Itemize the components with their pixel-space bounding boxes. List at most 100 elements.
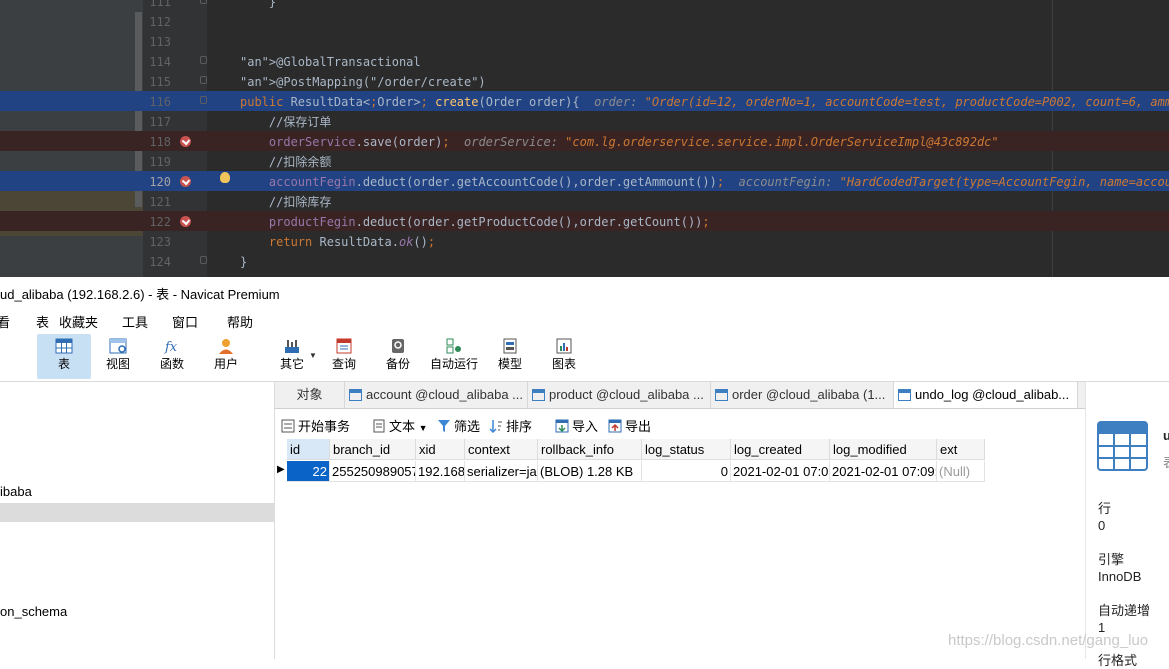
grid-toolbar: 开始事务 文本 ▼ 筛选 排序 导入 导出 [275,410,1085,438]
code-line[interactable]: orderService.save(order); orderService: … [240,132,999,152]
table-cell[interactable]: 255250989057 [330,461,416,482]
fold-marker-icon[interactable] [200,76,207,84]
tab-label: account @cloud_alibaba ... [366,387,524,402]
table-icon [715,389,728,401]
table-cell[interactable]: serializer=ja [465,461,538,482]
tab-label: product @cloud_alibaba ... [549,387,704,402]
breakpoint-icon[interactable] [180,176,191,187]
tab-objects[interactable]: 对象 [275,382,345,408]
toolbar-automation-button[interactable]: 自动运行 [426,334,482,379]
fold-marker-icon[interactable] [200,256,207,264]
window-title: ud_alibaba (192.168.2.6) - 表 - Navicat P… [0,287,280,302]
code-line[interactable]: productFegin.deduct(order.getProductCode… [240,212,710,232]
table-cell[interactable]: 0 [642,461,731,482]
toolbar-query-button[interactable]: 查询 [322,334,366,379]
fold-marker-icon[interactable] [200,56,207,64]
column-header[interactable]: xid [416,439,465,460]
column-header[interactable]: rollback_info [538,439,642,460]
tree-item-selected[interactable] [0,503,274,522]
column-header[interactable]: context [465,439,538,460]
main-toolbar: 表 视图 fx 函数 用户 其它 查询 备份 自动运行 模型 图表 ▼ [0,331,1169,382]
code-line[interactable]: return ResultData.ok(); [240,232,435,252]
menu-favorites[interactable]: 收藏夹 [59,312,98,331]
toolbar-model-button[interactable]: 模型 [488,334,532,379]
column-header[interactable]: id [287,439,330,460]
tree-item-database[interactable]: ibaba [0,484,32,499]
code-line[interactable]: //扣除库存 [240,192,331,212]
toolbar-label: 图表 [551,357,576,371]
fold-marker-icon[interactable] [200,0,207,4]
menu-table[interactable]: 表 [36,312,49,331]
engine-value: InnoDB [1098,569,1142,584]
table-cell[interactable]: (Null) [937,461,985,482]
export-button[interactable]: 导出 [608,416,651,435]
toolbar-label: 函数 [159,357,184,371]
table-cell[interactable]: 2021-02-01 07:09: [830,461,937,482]
object-type: 表 [1163,452,1169,471]
model-icon [503,338,517,354]
column-header[interactable]: log_created [731,439,830,460]
toolbar-label: 备份 [385,357,410,371]
toolbar-label: 自动运行 [429,357,478,371]
automation-icon [446,338,461,354]
toolbar-chart-button[interactable]: 图表 [542,334,586,379]
tab-account[interactable]: account @cloud_alibaba ... [345,382,528,408]
intention-bulb-icon[interactable] [220,172,230,183]
toolbar-view-button[interactable]: 视图 [96,334,140,379]
code-line[interactable]: "an">@GlobalTransactional [240,52,421,72]
table-cell[interactable]: (BLOB) 1.28 KB [538,461,642,482]
menu-tools[interactable]: 工具 [122,312,148,331]
tree-item-database[interactable]: on_schema [0,604,67,619]
table-cell[interactable]: 192.168 [416,461,465,482]
code-line[interactable]: //扣除余额 [240,152,331,172]
begin-transaction-label: 开始事务 [298,419,351,434]
fold-marker-icon[interactable] [200,96,207,104]
engine-label: 引擎 [1098,552,1125,567]
line-number: 117 [149,115,171,129]
tab-product[interactable]: product @cloud_alibaba ... [528,382,711,408]
filter-button[interactable]: 筛选 [437,416,480,435]
tab-order[interactable]: order @cloud_alibaba (1... [711,382,894,408]
code-editor[interactable]: 111 112 113 114 115 116 117 118 119 120 … [0,0,1169,277]
import-label: 导入 [572,419,599,434]
code-line[interactable]: accountFegin.deduct(order.getAccountCode… [240,172,1169,192]
dropdown-arrow-icon[interactable]: ▼ [309,351,317,360]
column-header[interactable]: branch_id [330,439,416,460]
code-line[interactable]: } [240,0,276,12]
filter-label: 筛选 [454,419,481,434]
import-button[interactable]: 导入 [555,416,598,435]
toolbar-table-button[interactable]: 表 [37,334,91,379]
column-header[interactable]: log_modified [830,439,937,460]
document-icon [373,419,385,433]
breakpoint-icon[interactable] [180,136,191,147]
row-pointer-icon: ▶ [277,464,285,475]
toolbar-backup-button[interactable]: 备份 [376,334,420,379]
line-number: 123 [149,235,171,249]
tab-bar: 对象 account @cloud_alibaba ... product @c… [275,382,1085,409]
menu-window[interactable]: 窗口 [172,312,198,331]
menu-bar: 看 表 收藏夹 工具 窗口 帮助 [0,307,1169,331]
export-label: 导出 [625,419,652,434]
table-cell[interactable]: 2021-02-01 07:0 [731,461,830,482]
rows-label: 行 [1098,501,1112,516]
tab-label: order @cloud_alibaba (1... [732,387,886,402]
table-cell[interactable]: 22 [287,461,330,482]
code-line[interactable]: "an">@PostMapping("/order/create") [240,72,486,92]
begin-transaction-button[interactable]: 开始事务 [281,416,350,435]
tab-undo-log[interactable]: undo_log @cloud_alibab... [894,382,1078,408]
code-line[interactable]: //保存订单 [240,112,331,132]
line-number: 124 [149,255,171,269]
breakpoint-icon[interactable] [180,216,191,227]
column-header[interactable]: ext [937,439,985,460]
toolbar-function-button[interactable]: fx 函数 [150,334,194,379]
menu-view[interactable]: 看 [0,312,10,331]
code-line[interactable]: public ResultData<;Order>; create(Order … [240,92,1169,112]
toolbar-user-button[interactable]: 用户 [204,334,248,379]
table-icon [898,389,911,401]
text-button[interactable]: 文本 ▼ [372,416,428,435]
line-number: 118 [149,135,171,149]
code-line[interactable]: } [240,252,247,272]
menu-help[interactable]: 帮助 [227,312,253,331]
column-header[interactable]: log_status [642,439,731,460]
sort-button[interactable]: 排序 [489,416,532,435]
